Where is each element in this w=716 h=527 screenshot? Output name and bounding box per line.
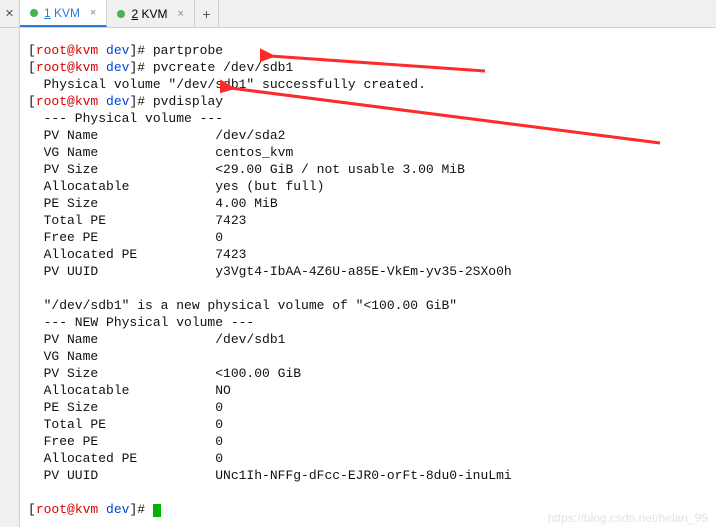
terminal[interactable]: [root@kvm dev]# partprobe[root@kvm dev]#… — [20, 28, 716, 527]
side-strip — [0, 28, 20, 527]
tab-label: 2 KVM — [131, 7, 167, 21]
watermark: https://blog.csdn.net/helan_99 — [548, 511, 708, 525]
add-tab-button[interactable]: + — [195, 0, 219, 27]
close-tab-icon[interactable]: × — [178, 8, 184, 20]
terminal-line: Total PE 7423 — [28, 212, 706, 229]
tab-label: 1 KVM — [44, 6, 80, 20]
terminal-line — [28, 484, 706, 501]
status-dot-icon — [117, 10, 125, 18]
terminal-line: Allocatable yes (but full) — [28, 178, 706, 195]
terminal-line: "/dev/sdb1" is a new physical volume of … — [28, 297, 706, 314]
tab-1[interactable]: 1 KVM × — [20, 0, 107, 27]
terminal-line: Allocated PE 0 — [28, 450, 706, 467]
terminal-line: PV UUID UNc1Ih-NFFg-dFcc-EJR0-orFt-8du0-… — [28, 467, 706, 484]
terminal-line — [28, 280, 706, 297]
terminal-line: PE Size 4.00 MiB — [28, 195, 706, 212]
terminal-line: --- Physical volume --- — [28, 110, 706, 127]
terminal-line: PV Size <29.00 GiB / not usable 3.00 MiB — [28, 161, 706, 178]
terminal-line: Total PE 0 — [28, 416, 706, 433]
terminal-line: Free PE 0 — [28, 229, 706, 246]
close-icon[interactable]: ✕ — [0, 0, 20, 27]
terminal-line: [root@kvm dev]# partprobe — [28, 42, 706, 59]
tab-bar: ✕ 1 KVM × 2 KVM × + — [0, 0, 716, 28]
terminal-line: Allocated PE 7423 — [28, 246, 706, 263]
cursor — [153, 504, 161, 517]
status-dot-icon — [30, 9, 38, 17]
terminal-line: Allocatable NO — [28, 382, 706, 399]
close-tab-icon[interactable]: × — [90, 7, 96, 19]
terminal-line: PV Name /dev/sda2 — [28, 127, 706, 144]
terminal-line: [root@kvm dev]# pvcreate /dev/sdb1 — [28, 59, 706, 76]
terminal-line: VG Name centos_kvm — [28, 144, 706, 161]
terminal-line: PV Size <100.00 GiB — [28, 365, 706, 382]
terminal-line: VG Name — [28, 348, 706, 365]
terminal-line: Physical volume "/dev/sdb1" successfully… — [28, 76, 706, 93]
terminal-line: [root@kvm dev]# pvdisplay — [28, 93, 706, 110]
terminal-line: --- NEW Physical volume --- — [28, 314, 706, 331]
terminal-line: PE Size 0 — [28, 399, 706, 416]
terminal-line: PV Name /dev/sdb1 — [28, 331, 706, 348]
tab-2[interactable]: 2 KVM × — [107, 0, 194, 27]
terminal-line: PV UUID y3Vgt4-IbAA-4Z6U-a85E-VkEm-yv35-… — [28, 263, 706, 280]
terminal-line: Free PE 0 — [28, 433, 706, 450]
